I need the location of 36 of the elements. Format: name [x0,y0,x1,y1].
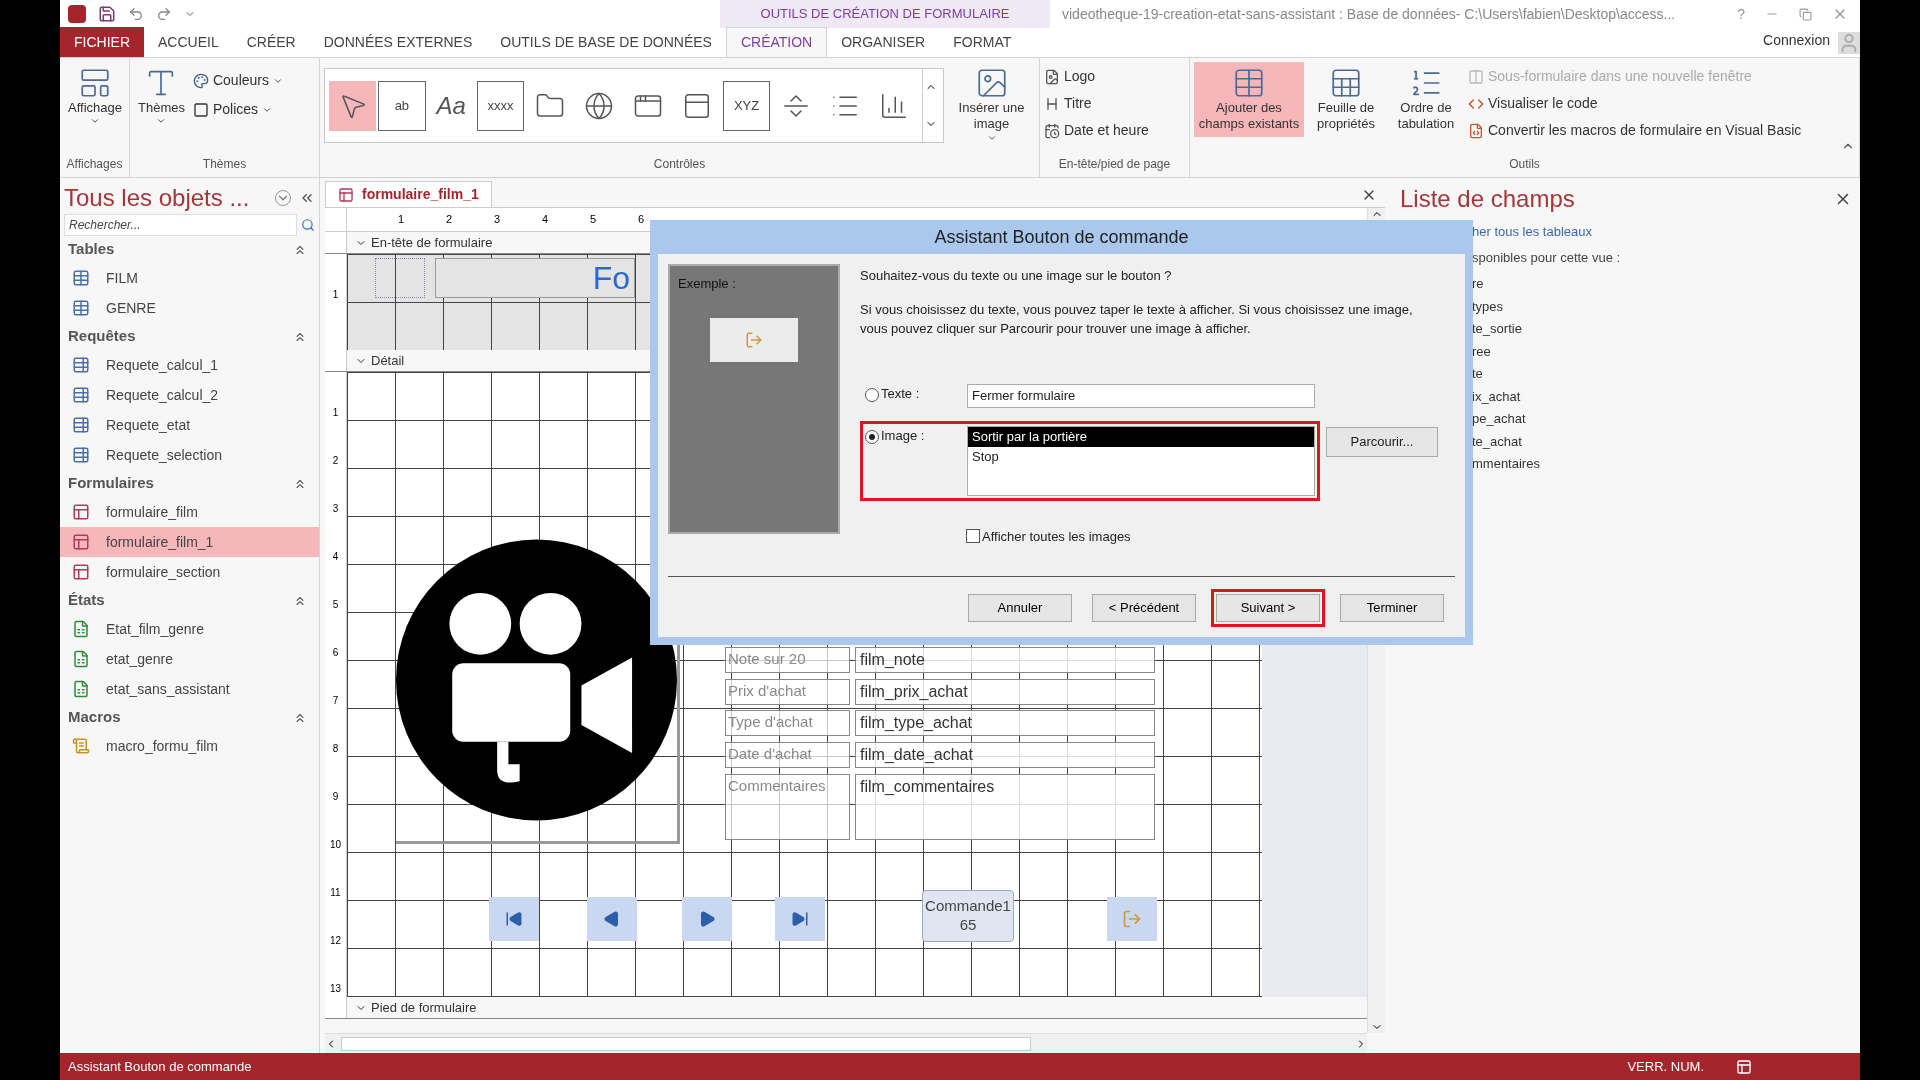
ruler-number: 5 [588,212,598,228]
ruler-number: 4 [540,212,550,228]
question-text: Souhaitez-vous du texte ou une image sur le bouton ? [860,267,1173,285]
group-label: Thèmes [201,156,248,173]
ruler-number: 3 [492,212,502,228]
pane-title: Liste de champs [1400,184,1575,214]
ruler-number: 9 [331,790,340,804]
explanation-text: Si vous choisissez du texte, vous pouvez taper le texte à afficher. Si vous choisissez une image, vous pouvez cliquer sur Parcourir pour trouver une image à afficher. [860,300,1414,338]
ruler-number: 1 [331,406,340,420]
group-label: Outils [1508,156,1541,173]
example-label: Exemple : [678,275,737,293]
ruler-number: 1 [396,212,406,228]
group-label: Affichages [65,156,124,173]
ruler-number: 12 [328,934,343,948]
group-label: En-tête/pied de page [1057,156,1172,173]
ruler-number: 10 [328,838,343,852]
ruler-number: 3 [331,502,340,516]
fields-heading: sponibles pour cette vue : [1472,249,1622,267]
ruler-number: 2 [444,212,454,228]
ruler-number: 5 [331,598,340,612]
ruler-number: 4 [331,550,340,564]
ruler-number: 6 [331,646,340,660]
num-lock-indicator: VERR. NUM. [1627,1057,1704,1076]
dialog-title: Assistant Bouton de commande [933,225,1190,249]
ruler-number: 2 [331,454,340,468]
ruler-number: 7 [331,694,340,708]
group-label: Contrôles [652,156,707,173]
ruler-number: 8 [331,742,340,756]
pane-title: Tous les objets ... [64,183,250,213]
ruler-number: 1 [331,288,340,302]
status-text: Assistant Bouton de commande [68,1057,252,1076]
context-tab-label: OUTILS DE CRÉATION DE FORMULAIRE [720,0,1050,28]
ruler-number: 13 [328,982,343,996]
window-title: videotheque-19-creation-etat-sans-assistant : Base de données- C:\Users\fabien\Desktop\access... [1062,4,1676,24]
ruler-number: 11 [329,886,342,900]
ruler-number: 6 [636,212,646,228]
